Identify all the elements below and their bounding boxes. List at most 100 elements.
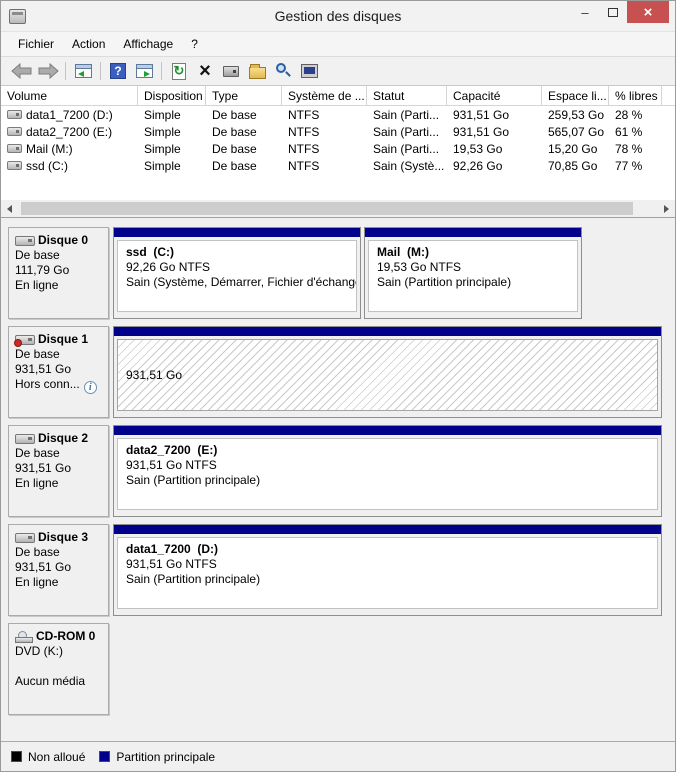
column-header-capacite[interactable]: Capacité bbox=[447, 86, 542, 105]
disk-management-window: Gestion des disques – × FichierActionAff… bbox=[0, 0, 676, 772]
cell-statut: Sain (Systè... bbox=[367, 159, 447, 173]
cell-text: 15,20 Go bbox=[548, 142, 597, 156]
cell-text: 28 % bbox=[615, 108, 642, 122]
disk-info-line: 931,51 Go bbox=[15, 362, 104, 377]
refresh-icon[interactable]: ↻ bbox=[167, 60, 191, 82]
partition-color-band bbox=[114, 525, 661, 534]
cell-text: De base bbox=[212, 108, 257, 122]
cdrom-icon bbox=[15, 631, 33, 643]
disk-info-line bbox=[15, 659, 104, 674]
column-header-type[interactable]: Type bbox=[206, 86, 282, 105]
table-row[interactable]: ssd (C:)SimpleDe baseNTFSSain (Systè...9… bbox=[1, 157, 675, 174]
cell-fs: NTFS bbox=[282, 108, 367, 122]
offline-badge-icon bbox=[14, 339, 22, 347]
disk-label-2[interactable]: Disque 2De base931,51 GoEn ligne bbox=[8, 425, 109, 517]
disk-graphic-4 bbox=[113, 623, 665, 715]
cell-text: Simple bbox=[144, 125, 181, 139]
disk-label-1[interactable]: Disque 1De base931,51 GoHors conn...i bbox=[8, 326, 109, 418]
cell-text: Simple bbox=[144, 142, 181, 156]
disk-name: Disque 0 bbox=[38, 233, 88, 248]
partition-block[interactable]: 931,51 Go bbox=[113, 326, 662, 418]
column-header-volume[interactable]: Volume bbox=[1, 86, 138, 105]
minimize-button[interactable]: – bbox=[571, 1, 599, 23]
disk-row-0: Disque 0De base111,79 GoEn lignessd (C:)… bbox=[8, 227, 675, 319]
menu-item-action[interactable]: Action bbox=[63, 34, 114, 54]
cell-text: Simple bbox=[144, 159, 181, 173]
menu-bar: FichierActionAffichage? bbox=[1, 31, 675, 57]
table-row[interactable]: data1_7200 (D:) Simple De base NTFSSain (Pa… bbox=[1, 106, 675, 123]
horizontal-scrollbar[interactable] bbox=[1, 200, 675, 217]
partition-size: 92,26 Go NTFS bbox=[126, 260, 348, 275]
partition-block[interactable]: Mail (M:)19,53 Go NTFSSain (Partition pr… bbox=[364, 227, 582, 319]
disk-label-0[interactable]: Disque 0De base111,79 GoEn ligne bbox=[8, 227, 109, 319]
disk-row-1: Disque 1De base931,51 GoHors conn...i931… bbox=[8, 326, 675, 418]
disk-label-3[interactable]: Disque 3De base931,51 GoEn ligne bbox=[8, 524, 109, 616]
disk-name: Disque 3 bbox=[38, 530, 88, 545]
search-icon[interactable] bbox=[271, 60, 295, 82]
cell-statut: Sain (Parti... bbox=[367, 108, 447, 122]
column-header-espace[interactable]: Espace li... bbox=[542, 86, 609, 105]
delete-icon[interactable]: × bbox=[193, 60, 217, 82]
cell-statut: Sain (Parti... bbox=[367, 142, 447, 156]
partition-block[interactable]: data2_7200 (E:)931,51 Go NTFSSain (Parti… bbox=[113, 425, 662, 517]
column-header-libres[interactable]: % libres bbox=[609, 86, 662, 105]
cell-disposition: Simple bbox=[138, 108, 206, 122]
forward-icon[interactable] bbox=[36, 60, 60, 82]
cell-disposition: Simple bbox=[138, 142, 206, 156]
partition-status: Sain (Partition principale) bbox=[126, 473, 649, 488]
close-button[interactable]: × bbox=[627, 1, 669, 23]
cell-text: 19,53 Go bbox=[453, 142, 502, 156]
maximize-button[interactable] bbox=[599, 1, 627, 23]
disk-icon bbox=[15, 434, 35, 444]
scroll-left-button[interactable] bbox=[1, 200, 18, 217]
scrollbar-thumb[interactable] bbox=[21, 202, 633, 215]
cell-text: 78 % bbox=[615, 142, 642, 156]
disk-icon bbox=[15, 236, 35, 246]
volume-list-pane: VolumeDispositionTypeSystème de ...Statu… bbox=[1, 86, 675, 218]
show-console-tree-icon[interactable] bbox=[71, 60, 95, 82]
menu-item-affichage[interactable]: Affichage bbox=[114, 34, 182, 54]
info-icon[interactable]: i bbox=[84, 381, 97, 394]
legend-label: Non alloué bbox=[28, 750, 85, 764]
disk-row-4: CD-ROM 0DVD (K:) Aucun média bbox=[8, 623, 675, 715]
open-icon[interactable] bbox=[245, 60, 269, 82]
disk-graphical-pane: Disque 0De base111,79 GoEn lignessd (C:)… bbox=[1, 218, 675, 741]
disk-label-4[interactable]: CD-ROM 0DVD (K:) Aucun média bbox=[8, 623, 109, 715]
disk-info-line: De base bbox=[15, 545, 104, 560]
toolbar: ? ↻× bbox=[1, 57, 675, 86]
cell-libres: 61 % bbox=[609, 125, 662, 139]
cell-type: De base bbox=[206, 108, 282, 122]
disk-icon bbox=[15, 533, 35, 543]
column-header-statut[interactable]: Statut bbox=[367, 86, 447, 105]
unallocated-hatch-area: 931,51 Go bbox=[117, 339, 658, 411]
cell-text: data1_7200 (D:) bbox=[26, 108, 113, 122]
properties-icon[interactable] bbox=[219, 60, 243, 82]
help-icon[interactable]: ? bbox=[106, 60, 130, 82]
toolbar-separator bbox=[100, 62, 101, 80]
disk-info-line: 931,51 Go bbox=[15, 560, 104, 575]
show-action-pane-icon[interactable] bbox=[132, 60, 156, 82]
scroll-right-button[interactable] bbox=[658, 200, 675, 217]
cell-statut: Sain (Parti... bbox=[367, 125, 447, 139]
menu-item-[interactable]: ? bbox=[182, 34, 207, 54]
cell-text: 565,07 Go bbox=[548, 125, 604, 139]
cell-volume: Mail (M:) bbox=[1, 142, 138, 156]
table-row[interactable]: Mail (M:)SimpleDe baseNTFSSain (Parti...… bbox=[1, 140, 675, 157]
cell-text: 931,51 Go bbox=[453, 108, 509, 122]
back-icon[interactable] bbox=[10, 60, 34, 82]
partition-block[interactable]: data1_7200 (D:)931,51 Go NTFSSain (Parti… bbox=[113, 524, 662, 616]
cell-text: Simple bbox=[144, 108, 181, 122]
partition-title: Mail (M:) bbox=[377, 245, 569, 260]
column-header-fs[interactable]: Système de ... bbox=[282, 86, 367, 105]
maximize-icon bbox=[608, 8, 618, 17]
menu-item-fichier[interactable]: Fichier bbox=[9, 34, 63, 54]
column-header-disposition[interactable]: Disposition bbox=[138, 86, 206, 105]
cell-text: Sain (Parti... bbox=[373, 142, 439, 156]
partition-title: data2_7200 (E:) bbox=[126, 443, 649, 458]
manage-computer-icon[interactable] bbox=[297, 60, 321, 82]
table-row[interactable]: data2_7200 (E:)SimpleDe baseNTFSSain (Pa… bbox=[1, 123, 675, 140]
disk-info-line: 931,51 Go bbox=[15, 461, 104, 476]
volume-icon bbox=[7, 127, 22, 136]
cell-volume: data2_7200 (E:) bbox=[1, 125, 138, 139]
partition-block[interactable]: ssd (C:)92,26 Go NTFSSain (Système, Déma… bbox=[113, 227, 361, 319]
